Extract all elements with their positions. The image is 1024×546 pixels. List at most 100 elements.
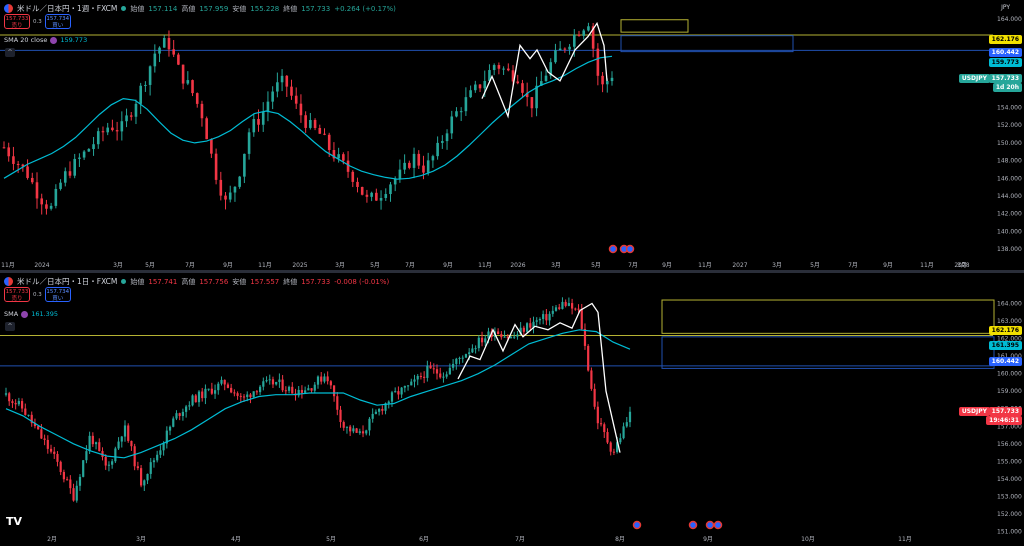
indicator-settings-icon[interactable] <box>50 36 58 44</box>
candle-body <box>172 418 175 427</box>
candle-body <box>622 426 625 439</box>
usd-jpy-flag-icon <box>4 277 13 286</box>
candle-body <box>265 380 268 382</box>
candle-body <box>554 50 557 63</box>
candle-body <box>431 156 435 161</box>
price-tick-label: 146.000 <box>997 175 1022 182</box>
daily-chart-canvas[interactable]: 164.000163.000162.000161.000160.000159.0… <box>0 273 1024 546</box>
candle-body <box>580 309 583 329</box>
sell-price: 157.733 <box>5 289 29 295</box>
candle-body <box>349 426 352 432</box>
price-tick-label: 152.000 <box>997 511 1022 518</box>
candle-body <box>143 480 146 486</box>
candle-body <box>104 456 107 466</box>
candle-body <box>525 323 529 332</box>
price-tick-label: 160.000 <box>997 371 1022 378</box>
candle-body <box>474 348 477 350</box>
buy-button[interactable]: 157.734 買い <box>44 287 71 302</box>
open-label: 始値 <box>130 4 145 13</box>
candle-body <box>442 376 445 378</box>
sell-button[interactable]: 157.733 売り <box>4 287 30 302</box>
change-value: -0.008 (-0.01%) <box>334 277 390 286</box>
candle-body <box>535 320 538 322</box>
candle-body <box>426 365 429 378</box>
candle-body <box>567 303 570 306</box>
candle-body <box>628 411 632 423</box>
economic-event-icon <box>608 244 618 254</box>
buy-button[interactable]: 157.734 買い <box>44 14 71 29</box>
collapse-legend-button[interactable]: ^ <box>5 48 15 57</box>
weekly-legend: 米ドル／日本円・1週・FXCM 始値 157.114 高値 157.959 安値 15… <box>4 3 396 14</box>
time-tick-label: 2026 <box>510 262 525 269</box>
time-tick-label: 11月 <box>478 262 492 269</box>
daily-trade-buttons: 157.733 売り 0.3 157.734 買い <box>4 287 71 302</box>
time-tick-label: 10月 <box>801 536 815 543</box>
weekly-chart-canvas[interactable]: 164.000156.000154.000152.000150.000148.0… <box>0 0 1024 270</box>
candle-body <box>278 379 281 382</box>
bar-countdown-tag: 19:46:31 <box>986 416 1022 425</box>
collapse-legend-button[interactable]: ^ <box>5 322 15 331</box>
candle-body <box>521 83 524 93</box>
time-tick-label: 7月 <box>515 536 525 543</box>
candle-body <box>172 49 175 55</box>
zone-rect-yellow <box>661 299 995 334</box>
candle-body <box>8 393 11 402</box>
candle-body <box>87 149 91 152</box>
candle-body <box>497 331 500 335</box>
candle-body <box>271 379 275 385</box>
candle-body <box>20 401 24 409</box>
high-label: 高値 <box>181 4 196 13</box>
tradingview-logo[interactable]: TV <box>6 515 22 528</box>
candle-body <box>268 379 271 381</box>
candle-body <box>304 390 307 393</box>
candle-body <box>252 118 256 133</box>
price-tick-label: 140.000 <box>997 228 1022 235</box>
close-value: 157.733 <box>301 277 331 286</box>
price-tick-label: 151.000 <box>997 528 1022 535</box>
candle-body <box>516 81 520 84</box>
sma-indicator-legend[interactable]: SMA 20 close 159.773 <box>4 36 87 44</box>
candle-body <box>49 205 53 209</box>
candle-body <box>329 381 332 386</box>
weekly-chart-pane[interactable]: 164.000156.000154.000152.000150.000148.0… <box>0 0 1024 270</box>
candle-body <box>337 154 340 159</box>
candle-body <box>101 131 105 133</box>
candle-body <box>439 373 442 378</box>
candle-body <box>530 97 534 109</box>
time-tick-label: 5月 <box>145 262 155 269</box>
candle-body <box>323 133 326 135</box>
candle-body <box>290 86 293 96</box>
candle-body <box>120 121 124 132</box>
candle-body <box>213 390 217 394</box>
sell-button[interactable]: 157.733 売り <box>4 14 30 29</box>
candle-body <box>417 153 421 166</box>
candle-body <box>246 394 249 397</box>
candle-body <box>356 181 359 187</box>
candle-body <box>455 358 458 364</box>
candle-body <box>210 388 213 394</box>
candle-body <box>127 425 130 441</box>
candle-body <box>210 139 213 154</box>
bar-countdown-tag: 1d 20h <box>992 83 1022 92</box>
candle-body <box>27 414 30 416</box>
time-tick-label: 11月 <box>920 262 934 269</box>
candle-body <box>309 119 312 128</box>
candle-body <box>177 54 180 65</box>
candle-body <box>242 396 246 398</box>
candle-body <box>307 388 310 391</box>
candle-body <box>129 115 133 117</box>
price-tick-label: 152.000 <box>997 122 1022 129</box>
buy-label: 買い <box>52 23 64 29</box>
candle-body <box>88 435 91 452</box>
sma-indicator-legend[interactable]: SMA 161.395 <box>4 310 58 318</box>
time-tick-label: 2025 <box>292 262 307 269</box>
candle-body <box>365 194 369 197</box>
candle-body <box>2 147 6 149</box>
candle-body <box>68 171 72 176</box>
indicator-settings-icon[interactable] <box>21 310 29 318</box>
time-tick-label: 7月 <box>185 262 195 269</box>
time-tick-label: 11月 <box>898 536 912 543</box>
blue-line-price-tag: 160.442 <box>988 48 1022 57</box>
sell-label: 売り <box>11 296 23 302</box>
daily-chart-pane[interactable]: 164.000163.000162.000161.000160.000159.0… <box>0 273 1024 546</box>
